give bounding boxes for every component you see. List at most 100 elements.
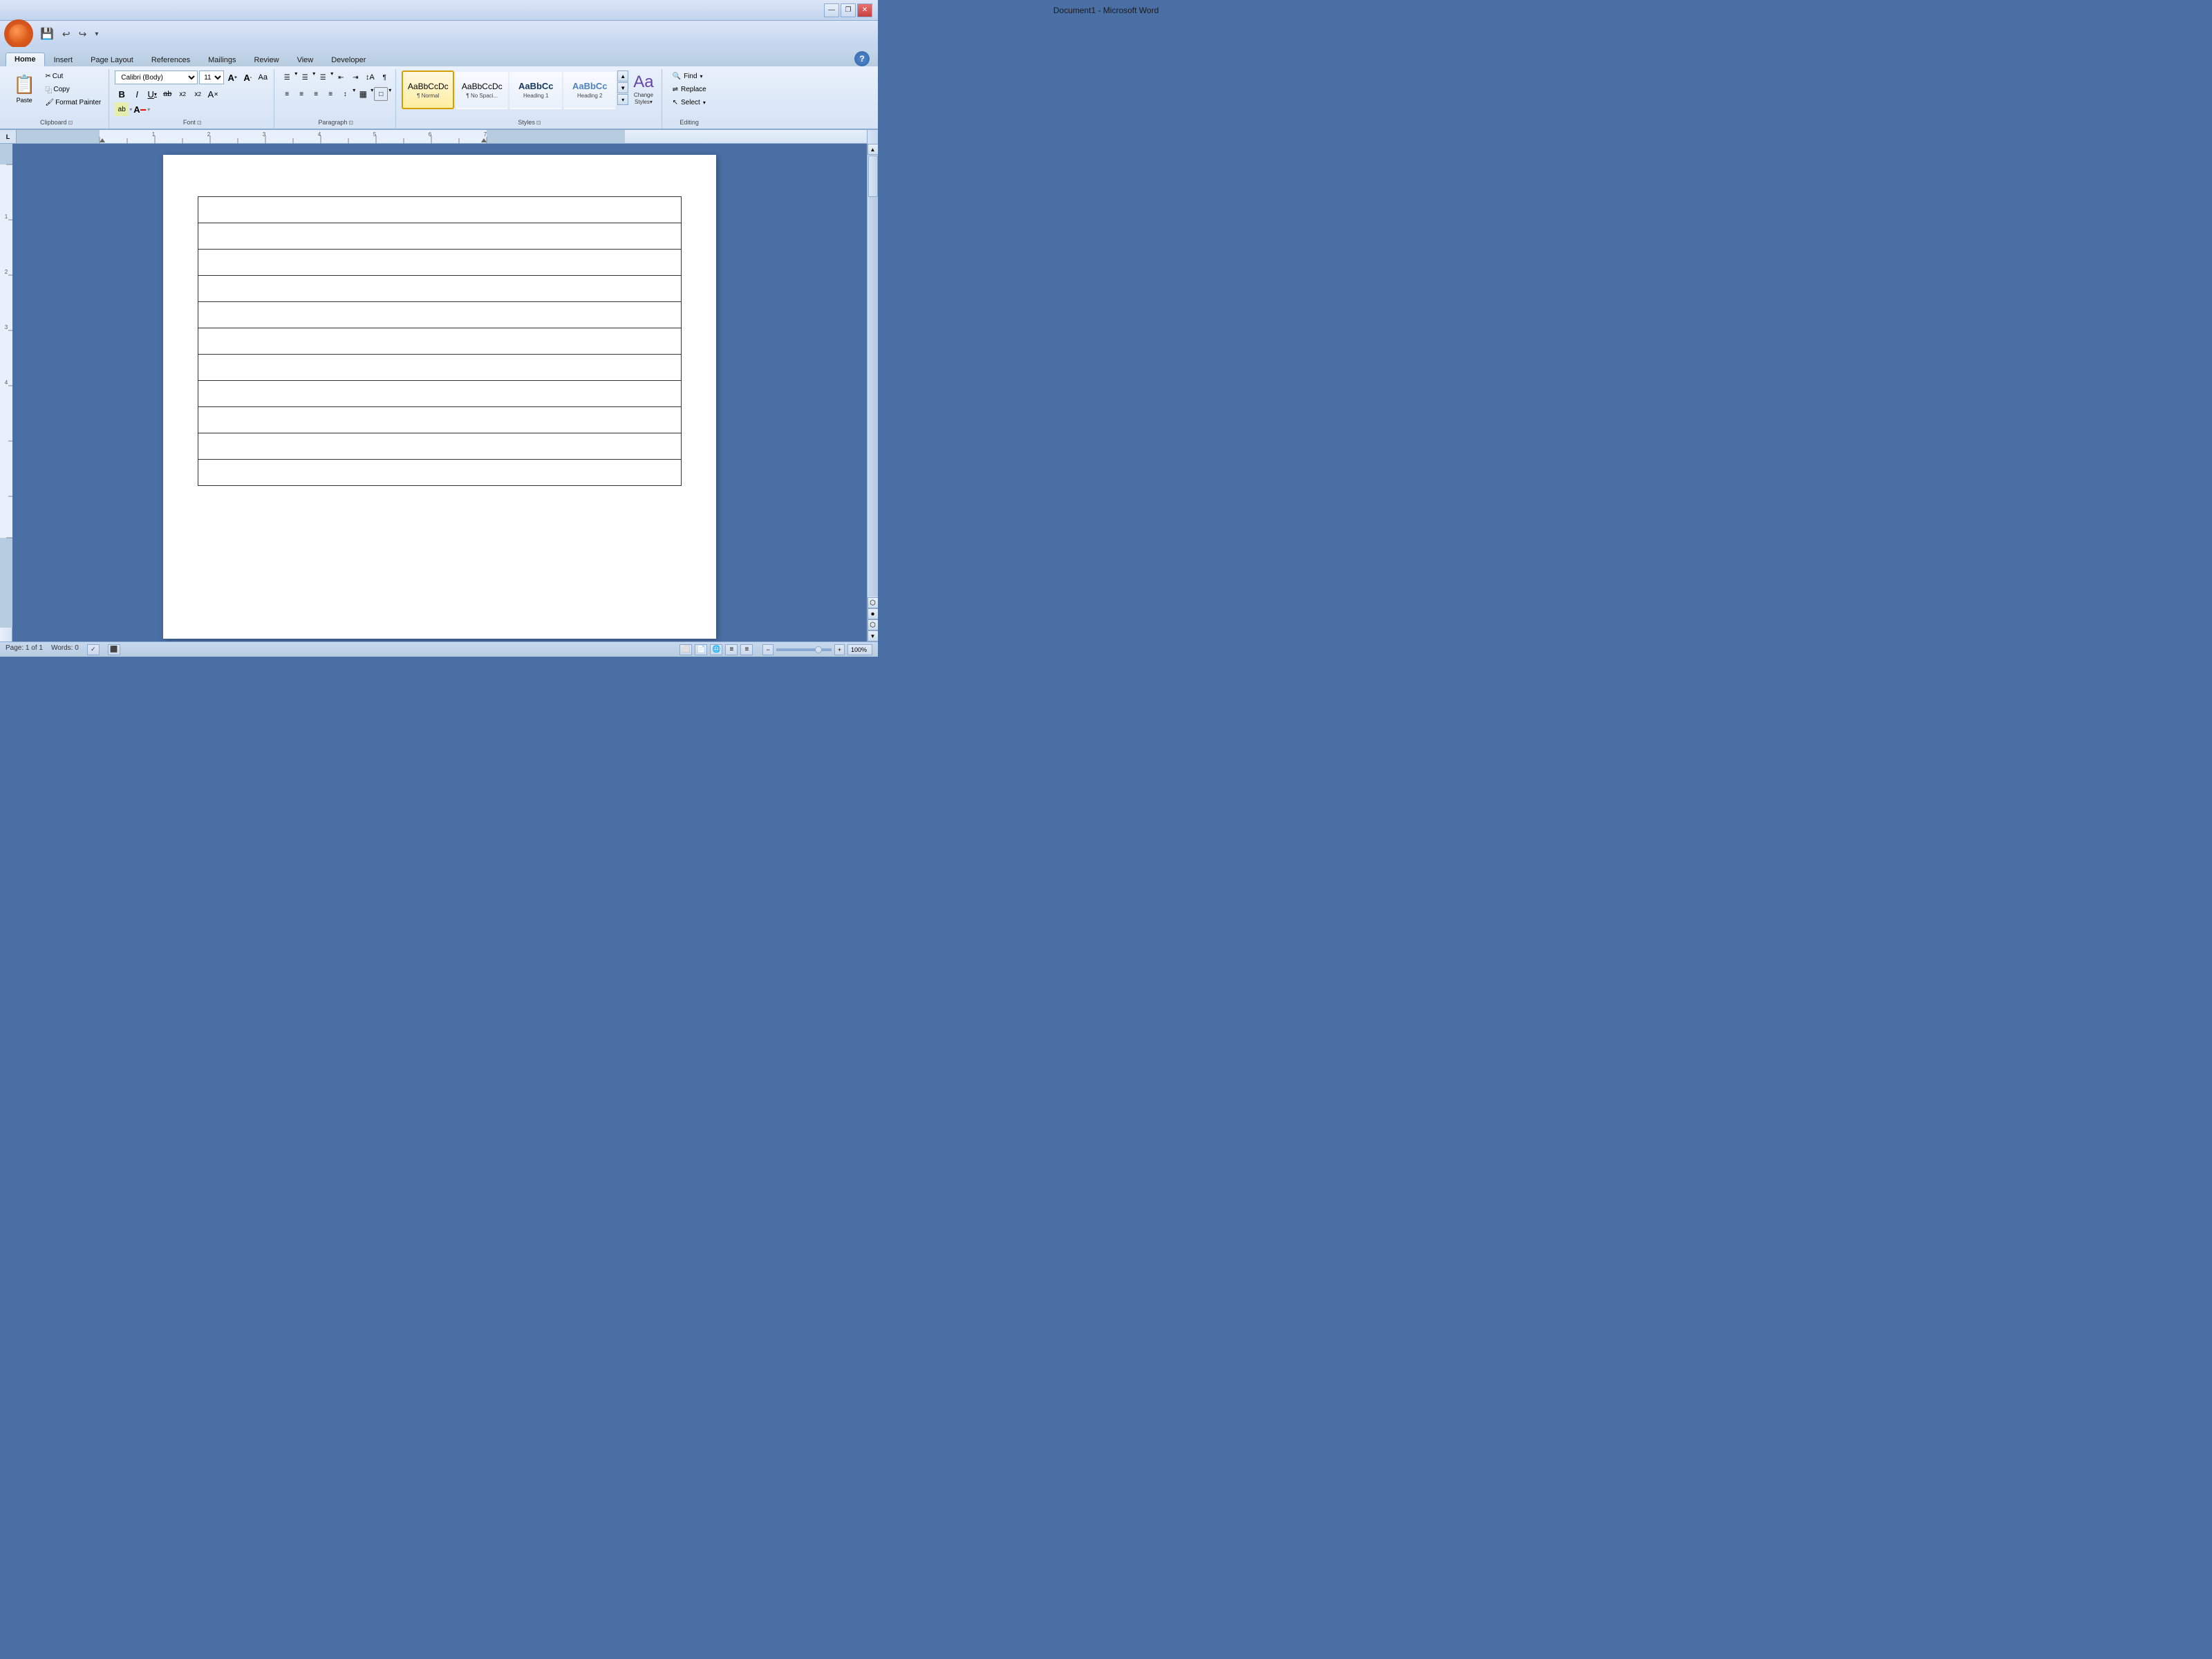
styles-expand-button[interactable]: ⊡ bbox=[536, 120, 541, 126]
shading-dropdown[interactable]: ▾ bbox=[371, 87, 373, 101]
table-cell[interactable] bbox=[198, 407, 682, 433]
qat-undo-button[interactable]: ↩ bbox=[59, 27, 73, 41]
scroll-up-button[interactable]: ▲ bbox=[868, 144, 879, 155]
strikethrough-button[interactable]: ab bbox=[160, 87, 174, 101]
multilevel-button[interactable]: ☰ bbox=[316, 71, 330, 84]
find-dropdown[interactable]: ▾ bbox=[700, 73, 703, 79]
scroll-next-page-button[interactable]: ⬡ bbox=[868, 619, 879, 630]
borders-dropdown[interactable]: ▾ bbox=[388, 87, 391, 101]
table-cell[interactable] bbox=[198, 433, 682, 460]
scroll-prev-page-button[interactable]: ⬡ bbox=[868, 597, 879, 608]
help-icon[interactable]: ? bbox=[854, 51, 870, 66]
numbering-button[interactable]: ☰ bbox=[298, 71, 312, 84]
table-cell[interactable] bbox=[198, 460, 682, 486]
styles-scroll-up[interactable]: ▲ bbox=[617, 71, 628, 82]
clipboard-expand-button[interactable]: ⊡ bbox=[68, 120, 73, 126]
highlight-dropdown-arrow[interactable]: ▾ bbox=[129, 106, 132, 113]
find-button[interactable]: 🔍 Find ▾ bbox=[668, 71, 711, 82]
zoom-percent[interactable]: 100% bbox=[847, 644, 872, 655]
draft-button[interactable]: ≡ bbox=[740, 644, 753, 655]
decrease-indent-button[interactable]: ⇤ bbox=[334, 71, 348, 84]
select-button[interactable]: ↖ Select ▾ bbox=[668, 97, 711, 109]
bullets-button[interactable]: ☰ bbox=[280, 71, 294, 84]
tab-review[interactable]: Review bbox=[245, 53, 288, 66]
grow-font-button[interactable]: A+ bbox=[225, 71, 239, 84]
print-layout-button[interactable]: ⬜ bbox=[679, 644, 692, 655]
table-cell[interactable] bbox=[198, 250, 682, 276]
macro-record-button[interactable]: ⬛ bbox=[108, 644, 120, 655]
line-spacing-button[interactable]: ↕ bbox=[338, 87, 352, 101]
style-heading2[interactable]: AaBbCc Heading 2 bbox=[563, 71, 616, 109]
style-no-spacing[interactable]: AaBbCcDc ¶ No Spaci... bbox=[456, 71, 508, 109]
zoom-minus-button[interactable]: − bbox=[762, 644, 773, 655]
table-cell[interactable] bbox=[198, 276, 682, 302]
document-wrapper[interactable] bbox=[12, 144, 867, 641]
align-center-button[interactable]: ≡ bbox=[294, 87, 308, 101]
copy-button[interactable]: ⿻ Copy bbox=[41, 82, 104, 97]
table-cell[interactable] bbox=[198, 355, 682, 381]
document-page[interactable] bbox=[163, 155, 716, 639]
font-size-dropdown[interactable]: 11 bbox=[199, 71, 224, 84]
sort-button[interactable]: ↕A bbox=[363, 71, 377, 84]
scroll-select-browse-button[interactable]: ● bbox=[868, 608, 879, 619]
full-reading-button[interactable]: 📄 bbox=[695, 644, 707, 655]
style-heading1[interactable]: AaBbCc Heading 1 bbox=[509, 71, 562, 109]
qat-save-button[interactable]: 💾 bbox=[37, 26, 57, 42]
scroll-down-button[interactable]: ▼ bbox=[868, 630, 879, 641]
table-cell[interactable] bbox=[198, 328, 682, 355]
paragraph-expand-button[interactable]: ⊡ bbox=[348, 120, 353, 126]
line-spacing-dropdown[interactable]: ▾ bbox=[353, 87, 355, 101]
tab-home[interactable]: Home bbox=[6, 53, 45, 66]
show-hide-button[interactable]: ¶ bbox=[377, 71, 391, 84]
close-button[interactable]: ✕ bbox=[857, 3, 872, 17]
subscript-button[interactable]: x2 bbox=[176, 87, 189, 101]
table-cell[interactable] bbox=[198, 197, 682, 223]
underline-button[interactable]: U▾ bbox=[145, 87, 159, 101]
borders-button[interactable]: □ bbox=[374, 87, 388, 101]
clear-format-button[interactable]: A✕ bbox=[206, 87, 220, 101]
bullets-dropdown[interactable]: ▾ bbox=[294, 71, 297, 84]
restore-button[interactable]: ❐ bbox=[841, 3, 856, 17]
numbering-dropdown[interactable]: ▾ bbox=[312, 71, 315, 84]
proofing-status-button[interactable]: ✓ bbox=[87, 644, 100, 655]
highlight-button[interactable]: ab bbox=[115, 102, 129, 116]
font-expand-button[interactable]: ⊡ bbox=[197, 120, 202, 126]
font-color-dropdown-arrow[interactable]: ▾ bbox=[147, 106, 150, 113]
zoom-slider-thumb[interactable] bbox=[815, 646, 822, 653]
table-cell[interactable] bbox=[198, 381, 682, 407]
office-button[interactable] bbox=[4, 19, 33, 48]
tab-references[interactable]: References bbox=[142, 53, 199, 66]
minimize-button[interactable]: — bbox=[824, 3, 839, 17]
shading-button[interactable]: ▦ bbox=[356, 87, 370, 101]
select-dropdown[interactable]: ▾ bbox=[703, 100, 706, 106]
web-layout-button[interactable]: 🌐 bbox=[710, 644, 722, 655]
styles-scroll-more[interactable]: ▾ bbox=[617, 94, 628, 105]
replace-button[interactable]: ⇌ Replace bbox=[668, 84, 711, 95]
change-styles-button[interactable]: Aa ChangeStyles▾ bbox=[630, 71, 657, 107]
cut-button[interactable]: ✂ Cut bbox=[41, 71, 104, 82]
multilevel-dropdown[interactable]: ▾ bbox=[330, 71, 333, 84]
font-color-button[interactable]: A bbox=[133, 102, 147, 116]
italic-button[interactable]: I bbox=[130, 87, 144, 101]
table-cell[interactable] bbox=[198, 223, 682, 250]
format-painter-button[interactable]: 🖌 Format Painter bbox=[41, 97, 104, 109]
change-case-button[interactable]: Aa bbox=[256, 71, 270, 84]
bold-button[interactable]: B bbox=[115, 87, 129, 101]
align-right-button[interactable]: ≡ bbox=[309, 87, 323, 101]
superscript-button[interactable]: x2 bbox=[191, 87, 205, 101]
align-left-button[interactable]: ≡ bbox=[280, 87, 294, 101]
tab-view[interactable]: View bbox=[288, 53, 323, 66]
outline-button[interactable]: ≡ bbox=[725, 644, 738, 655]
tab-insert[interactable]: Insert bbox=[45, 53, 82, 66]
ruler-corner[interactable]: L bbox=[0, 130, 17, 144]
qat-dropdown-button[interactable]: ▾ bbox=[92, 29, 101, 39]
tab-page-layout[interactable]: Page Layout bbox=[82, 53, 142, 66]
scroll-thumb[interactable] bbox=[868, 156, 878, 197]
paste-button[interactable]: 📋 Paste bbox=[8, 71, 40, 107]
table-cell[interactable] bbox=[198, 302, 682, 328]
tab-mailings[interactable]: Mailings bbox=[199, 53, 245, 66]
styles-scroll-down[interactable]: ▼ bbox=[617, 82, 628, 93]
qat-redo-button[interactable]: ↪ bbox=[76, 27, 90, 41]
increase-indent-button[interactable]: ⇥ bbox=[348, 71, 362, 84]
font-name-dropdown[interactable]: Calibri (Body) bbox=[115, 71, 198, 84]
